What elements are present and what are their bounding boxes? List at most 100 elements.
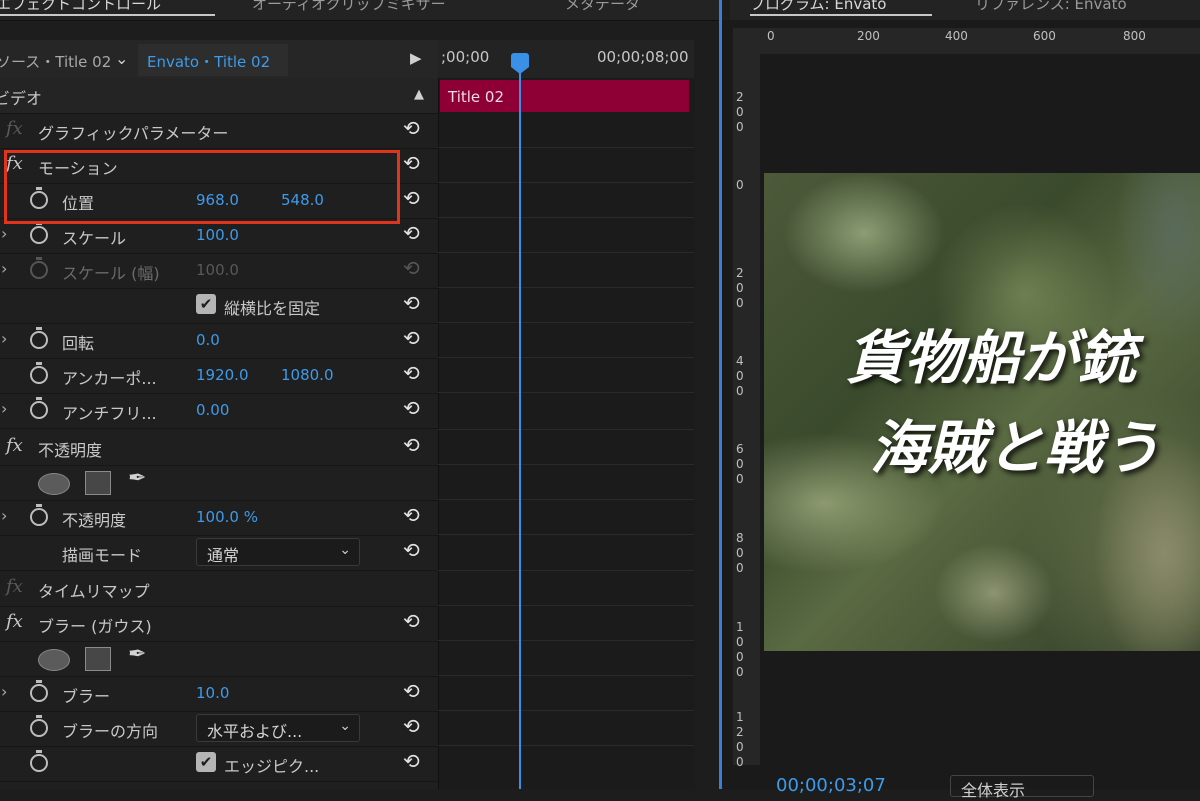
select-value: 通常 bbox=[207, 546, 240, 565]
reset-icon[interactable]: ⟲ bbox=[403, 291, 420, 315]
pen-mask-icon[interactable]: ✒ bbox=[128, 466, 146, 491]
blend-mode-select[interactable]: 通常 ⌄ bbox=[196, 538, 360, 566]
timeline-row-divider bbox=[438, 464, 694, 465]
scale-width-value: 100.0 bbox=[196, 261, 239, 279]
property-row-uniform-scale[interactable]: ✔ 縦横比を固定 ⟲ bbox=[0, 288, 438, 324]
stopwatch-icon[interactable] bbox=[30, 680, 48, 702]
twirl-right-icon[interactable]: › bbox=[1, 506, 7, 525]
ruler-tick-label: 800 bbox=[1123, 29, 1146, 43]
stopwatch-icon[interactable] bbox=[30, 397, 48, 419]
reset-icon[interactable]: ⟲ bbox=[403, 433, 420, 457]
property-row-blur-direction[interactable]: ブラーの方向 水平および... ⌄ ⟲ bbox=[0, 711, 438, 747]
property-label: ブラーの方向 bbox=[62, 722, 159, 741]
ellipse-mask-icon[interactable] bbox=[38, 473, 70, 495]
reset-icon[interactable]: ⟲ bbox=[403, 396, 420, 420]
reset-icon[interactable]: ⟲ bbox=[403, 714, 420, 738]
effect-label: グラフィックパラメーター bbox=[38, 124, 229, 143]
reset-icon[interactable]: ⟲ bbox=[403, 116, 420, 140]
property-row-blend-mode[interactable]: 描画モード 通常 ⌄ ⟲ bbox=[0, 535, 438, 571]
property-row-rotation[interactable]: › 回転 0.0 ⟲ bbox=[0, 323, 438, 359]
fx-badge-icon[interactable]: fx bbox=[6, 611, 23, 632]
reset-icon[interactable]: ⟲ bbox=[403, 538, 420, 562]
tab-reference-monitor[interactable]: リファレンス: Envato bbox=[975, 0, 1127, 14]
scale-value[interactable]: 100.0 bbox=[196, 226, 239, 244]
fx-badge-icon[interactable]: fx bbox=[6, 576, 23, 597]
fx-badge-icon[interactable]: fx bbox=[6, 118, 23, 139]
sequence-clip-label[interactable]: Envato・Title 02 bbox=[147, 51, 270, 72]
source-clip-label[interactable]: ソース・Title 02 bbox=[0, 51, 111, 72]
effect-row-time-remap[interactable]: fx タイムリマップ bbox=[0, 571, 438, 607]
timeline-row-divider bbox=[438, 252, 694, 253]
stopwatch-icon[interactable] bbox=[30, 222, 48, 244]
timeline-row-divider bbox=[438, 429, 694, 430]
effect-row-graphic-params[interactable]: fx グラフィックパラメーター ⟲ bbox=[0, 113, 438, 149]
section-video[interactable]: ビデオ ▲ bbox=[0, 78, 438, 114]
effect-timeline-area[interactable] bbox=[438, 40, 695, 789]
timeline-row-divider bbox=[438, 499, 694, 500]
stopwatch-icon[interactable] bbox=[30, 750, 48, 772]
effect-row-opacity[interactable]: fx 不透明度 ⟲ bbox=[0, 430, 438, 466]
playhead-handle[interactable] bbox=[511, 53, 529, 67]
stopwatch-icon[interactable] bbox=[30, 715, 48, 737]
twirl-right-icon[interactable]: › bbox=[1, 329, 7, 348]
rectangle-mask-icon[interactable] bbox=[85, 647, 111, 671]
reset-icon[interactable]: ⟲ bbox=[403, 361, 420, 385]
twirl-right-icon[interactable]: › bbox=[1, 682, 7, 701]
property-row-opacity[interactable]: › 不透明度 100.0 % ⟲ bbox=[0, 500, 438, 536]
opacity-value[interactable]: 100.0 % bbox=[196, 508, 258, 526]
fx-badge-icon[interactable]: fx bbox=[6, 435, 23, 456]
reset-icon[interactable]: ⟲ bbox=[403, 749, 420, 773]
title-overlay-line-2[interactable]: 海賊と戦う bbox=[870, 401, 1160, 485]
chevron-down-icon: ⌄ bbox=[339, 718, 351, 734]
antiflicker-value[interactable]: 0.00 bbox=[196, 401, 229, 419]
stopwatch-icon[interactable] bbox=[30, 327, 48, 349]
timeline-row-divider bbox=[438, 217, 694, 218]
blur-direction-select[interactable]: 水平および... ⌄ bbox=[196, 714, 360, 742]
program-timecode[interactable]: 00;00;03;07 bbox=[776, 775, 886, 796]
title-overlay-line-1[interactable]: 貨物船が銃 bbox=[846, 311, 1136, 395]
panel-tab-strip-left: エフェクトコントロール オーディオクリップミキサー メタデータ bbox=[0, 0, 722, 21]
reset-icon[interactable]: ⟲ bbox=[403, 151, 420, 175]
timeline-row-divider bbox=[438, 745, 694, 746]
anchor-x-value[interactable]: 1920.0 bbox=[196, 366, 249, 384]
tab-effect-controls[interactable]: エフェクトコントロール bbox=[0, 0, 161, 14]
reset-icon[interactable]: ⟲ bbox=[403, 186, 420, 210]
rotation-value[interactable]: 0.0 bbox=[196, 331, 220, 349]
reset-icon[interactable]: ⟲ bbox=[403, 609, 420, 633]
ruler-tick-label: 1 0 0 0 bbox=[736, 620, 744, 679]
stopwatch-icon[interactable] bbox=[30, 362, 48, 384]
play-triangle-icon[interactable]: ▶ bbox=[410, 49, 422, 67]
tab-program-monitor[interactable]: プログラム: Envato bbox=[750, 0, 886, 14]
property-row-antiflicker[interactable]: › アンチフリ... 0.00 ⟲ bbox=[0, 393, 438, 429]
twirl-right-icon[interactable]: › bbox=[1, 399, 7, 418]
property-row-blur[interactable]: › ブラー 10.0 ⟲ bbox=[0, 676, 438, 712]
twirl-right-icon[interactable]: › bbox=[1, 259, 7, 278]
edge-pixels-checkbox[interactable]: ✔ bbox=[196, 752, 216, 772]
tab-metadata[interactable]: メタデータ bbox=[565, 0, 640, 14]
anchor-y-value[interactable]: 1080.0 bbox=[281, 366, 334, 384]
tab-audio-clip-mixer[interactable]: オーディオクリップミキサー bbox=[252, 0, 446, 14]
stopwatch-icon[interactable] bbox=[30, 504, 48, 526]
reset-icon[interactable]: ⟲ bbox=[403, 503, 420, 527]
rectangle-mask-icon[interactable] bbox=[85, 471, 111, 495]
ellipse-mask-icon[interactable] bbox=[38, 649, 70, 671]
playhead-tip bbox=[511, 67, 529, 74]
twirl-right-icon[interactable]: › bbox=[1, 224, 7, 243]
chevron-down-icon[interactable]: ⌄ bbox=[115, 49, 128, 68]
timeline-row-divider bbox=[438, 287, 694, 288]
pen-mask-icon[interactable]: ✒ bbox=[128, 642, 146, 667]
property-row-edge-pixels[interactable]: ✔ エッジピク... ⟲ bbox=[0, 746, 438, 782]
property-row-scale-width: › スケール (幅) 100.0 ⟲ bbox=[0, 253, 438, 289]
playhead-line[interactable] bbox=[519, 62, 521, 789]
reset-icon[interactable]: ⟲ bbox=[403, 326, 420, 350]
zoom-fit-select[interactable]: 全体表示 bbox=[950, 775, 1094, 800]
reset-icon[interactable]: ⟲ bbox=[403, 221, 420, 245]
reset-icon[interactable]: ⟲ bbox=[403, 679, 420, 703]
collapse-up-icon[interactable]: ▲ bbox=[414, 87, 424, 102]
property-label: スケール (幅) bbox=[62, 264, 160, 283]
blur-value[interactable]: 10.0 bbox=[196, 684, 229, 702]
property-row-anchor[interactable]: アンカーポ... 1920.0 1080.0 ⟲ bbox=[0, 358, 438, 394]
uniform-scale-checkbox[interactable]: ✔ bbox=[196, 294, 216, 314]
effect-row-gaussian-blur[interactable]: fx ブラー (ガウス) ⟲ bbox=[0, 606, 438, 642]
program-video-frame[interactable]: 貨物船が銃 海賊と戦う bbox=[764, 173, 1200, 651]
